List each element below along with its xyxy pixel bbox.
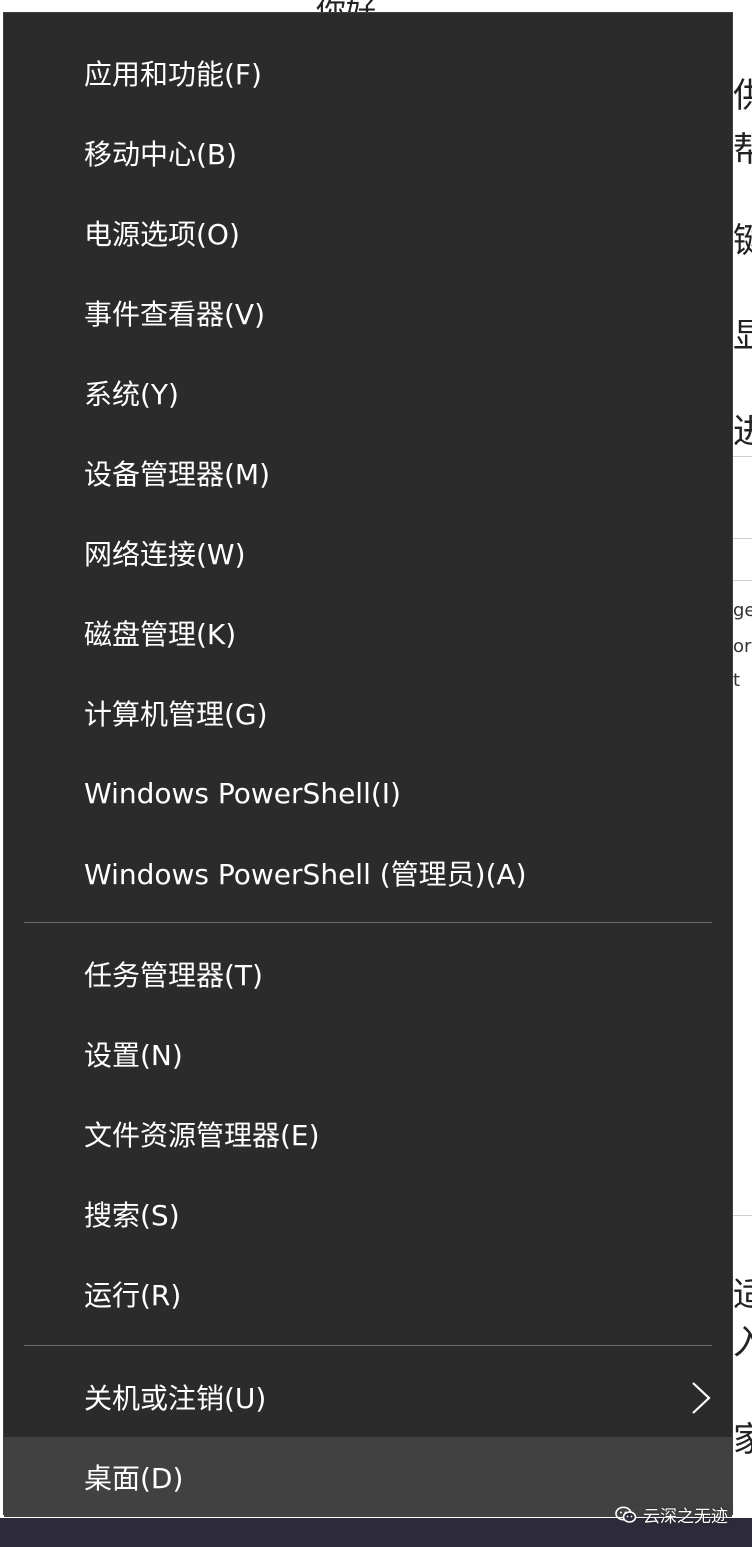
- background-right-edge: 供 帮 键 显 进 ge or t 适 入 家: [733, 0, 752, 1547]
- menu-item-system[interactable]: 系统(Y): [4, 353, 732, 433]
- background-divider: [733, 456, 752, 457]
- menu-item-label: 系统(Y): [84, 378, 179, 411]
- menu-item-file-explorer[interactable]: 文件资源管理器(E): [4, 1094, 732, 1174]
- menu-item-mobility-center[interactable]: 移动中心(B): [4, 113, 732, 193]
- background-small-text: or: [733, 636, 752, 657]
- background-glyph: 入: [733, 1323, 752, 1363]
- menu-item-settings[interactable]: 设置(N): [4, 1014, 732, 1094]
- menu-item-label: 任务管理器(T): [84, 959, 263, 992]
- menu-item-shut-down-or-sign-out[interactable]: 关机或注销(U): [4, 1357, 732, 1437]
- menu-item-label: 应用和功能(F): [84, 58, 262, 91]
- menu-item-label: Windows PowerShell(I): [84, 776, 401, 810]
- wechat-icon: [615, 1506, 637, 1523]
- chevron-right-icon: [692, 1382, 711, 1414]
- menu-item-label: 计算机管理(G): [84, 698, 268, 731]
- menu-item-run[interactable]: 运行(R): [4, 1254, 732, 1334]
- menu-item-network-connections[interactable]: 网络连接(W): [4, 513, 732, 593]
- background-glyph: 进: [733, 412, 752, 452]
- menu-item-label: 搜索(S): [84, 1199, 180, 1232]
- menu-item-disk-management[interactable]: 磁盘管理(K): [4, 593, 732, 673]
- menu-item-label: Windows PowerShell (管理员)(A): [84, 858, 527, 891]
- background-divider: [733, 1215, 752, 1216]
- menu-item-computer-management[interactable]: 计算机管理(G): [4, 673, 732, 753]
- background-small-text: t: [733, 670, 741, 691]
- menu-item-search[interactable]: 搜索(S): [4, 1174, 732, 1254]
- menu-separator: [24, 1345, 712, 1346]
- menu-item-label: 桌面(D): [84, 1462, 184, 1495]
- menu-item-event-viewer[interactable]: 事件查看器(V): [4, 273, 732, 353]
- menu-item-powershell-admin[interactable]: Windows PowerShell (管理员)(A): [4, 833, 732, 913]
- menu-item-label: 电源选项(O): [84, 218, 240, 251]
- menu-item-powershell[interactable]: Windows PowerShell(I): [4, 753, 732, 833]
- menu-item-label: 移动中心(B): [84, 138, 238, 171]
- menu-item-label: 设置(N): [84, 1039, 183, 1072]
- background-glyph: 适: [733, 1275, 752, 1315]
- menu-item-label: 运行(R): [84, 1279, 182, 1312]
- menu-item-device-manager[interactable]: 设备管理器(M): [4, 433, 732, 513]
- menu-separator: [24, 922, 712, 923]
- background-glyph: 显: [733, 316, 752, 356]
- menu-item-power-options[interactable]: 电源选项(O): [4, 193, 732, 273]
- menu-item-task-manager[interactable]: 任务管理器(T): [4, 934, 732, 1014]
- background-divider: [733, 580, 752, 581]
- menu-item-label: 网络连接(W): [84, 538, 246, 571]
- menu-item-label: 磁盘管理(K): [84, 618, 237, 651]
- background-divider: [733, 538, 752, 539]
- menu-item-label: 设备管理器(M): [84, 458, 271, 491]
- quick-link-menu: 应用和功能(F) 移动中心(B) 电源选项(O) 事件查看器(V) 系统(Y) …: [3, 12, 733, 1517]
- menu-item-apps-and-features[interactable]: 应用和功能(F): [4, 33, 732, 113]
- background-glyph: 帮: [733, 130, 752, 170]
- background-glyph: 家: [733, 1420, 752, 1460]
- background-glyph: 键: [733, 221, 752, 261]
- background-glyph: 供: [733, 76, 752, 116]
- menu-item-label: 文件资源管理器(E): [84, 1119, 320, 1152]
- watermark: 云深之无迹: [615, 1502, 728, 1527]
- menu-item-label: 关机或注销(U): [84, 1382, 267, 1415]
- menu-item-label: 事件查看器(V): [84, 298, 266, 331]
- background-small-text: ge: [733, 600, 752, 621]
- watermark-text: 云深之无迹: [643, 1507, 728, 1527]
